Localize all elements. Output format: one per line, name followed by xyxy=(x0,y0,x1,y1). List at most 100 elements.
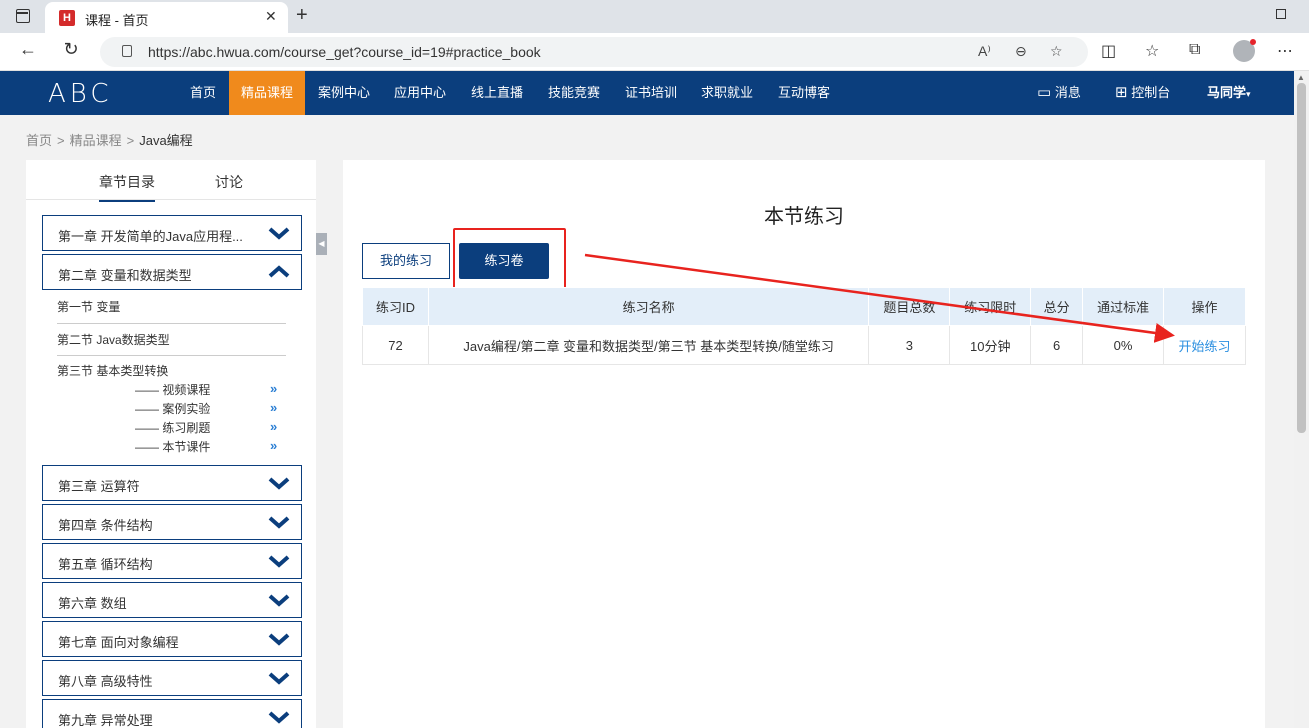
breadcrumb-current: Java编程 xyxy=(139,133,193,148)
column-header: 题目总数 xyxy=(868,287,951,326)
user-menu[interactable]: 马同学▾ xyxy=(1207,71,1251,115)
caret-down-icon: ▾ xyxy=(1246,89,1251,99)
zoom-icon[interactable]: ⊖ xyxy=(1015,43,1027,60)
back-icon[interactable]: ← xyxy=(15,39,41,60)
chapter-label: 第八章 高级特性 xyxy=(58,674,153,689)
collections-icon[interactable]: ⧉ xyxy=(1189,41,1200,59)
cell-pass: 0% xyxy=(1082,325,1165,365)
my-practice-button[interactable]: 我的练习 xyxy=(362,243,450,279)
message-icon: ▭ xyxy=(1037,84,1052,101)
cell-name: Java编程/第二章 变量和数据类型/第三节 基本类型转换/随堂练习 xyxy=(427,325,870,365)
tab-chapters[interactable]: 章节目录 xyxy=(99,172,155,202)
double-chevron-right-icon[interactable]: » xyxy=(270,400,277,415)
sub-item-video[interactable]: —— 视频课程 xyxy=(135,381,210,398)
url-text[interactable]: https://abc.hwua.com/course_get?course_i… xyxy=(148,44,541,60)
chapter-item[interactable]: 第五章 循环结构 xyxy=(42,543,302,579)
nav-apps[interactable]: 应用中心 xyxy=(384,71,456,115)
nav-home[interactable]: 首页 xyxy=(180,71,226,115)
more-icon[interactable]: ⋯ xyxy=(1277,41,1293,61)
tab-actions-icon[interactable] xyxy=(16,9,30,23)
breadcrumb-courses[interactable]: 精品课程 xyxy=(70,133,122,148)
nav-certificates[interactable]: 证书培训 xyxy=(615,71,687,115)
table-header-row: 练习ID 练习名称 题目总数 练习限时 总分 通过标准 操作 xyxy=(362,287,1246,326)
collapse-sidebar-handle[interactable]: ◀ xyxy=(316,233,327,255)
chevron-down-icon[interactable] xyxy=(267,629,291,649)
annotation-highlight-box xyxy=(453,228,566,291)
cell-score: 6 xyxy=(1030,325,1084,365)
console-link[interactable]: ⊞ 控制台 xyxy=(1115,71,1170,115)
cell-id: 72 xyxy=(362,325,429,365)
chevron-down-icon[interactable] xyxy=(267,551,291,571)
messages-link[interactable]: ▭ 消息 xyxy=(1037,71,1081,115)
scroll-up-icon[interactable]: ▲ xyxy=(1297,73,1305,82)
page-scrollbar[interactable]: ▲ xyxy=(1294,71,1309,728)
url-field[interactable]: https://abc.hwua.com/course_get?course_i… xyxy=(100,37,1088,67)
cell-count: 3 xyxy=(868,325,951,365)
grid-icon: ⊞ xyxy=(1115,84,1128,101)
new-tab-icon[interactable]: + xyxy=(296,4,308,27)
chevron-up-icon[interactable] xyxy=(267,262,291,282)
notification-dot xyxy=(1250,39,1256,45)
nav-contest[interactable]: 技能竞赛 xyxy=(538,71,610,115)
chapter-item[interactable]: 第六章 数组 xyxy=(42,582,302,618)
site-header: ABC 首页 精品课程 案例中心 应用中心 线上直播 技能竞赛 证书培训 求职就… xyxy=(0,71,1294,115)
breadcrumb-home[interactable]: 首页 xyxy=(26,133,52,148)
messages-label: 消息 xyxy=(1054,85,1081,100)
column-header: 总分 xyxy=(1030,287,1084,326)
sub-item-slides[interactable]: —— 本节课件 xyxy=(135,438,210,455)
read-aloud-icon[interactable]: A⁾ xyxy=(978,43,991,60)
chapter-item[interactable]: 第九章 异常处理 xyxy=(42,699,302,728)
chevron-down-icon[interactable] xyxy=(267,473,291,493)
chevron-down-icon[interactable] xyxy=(267,590,291,610)
site-logo[interactable]: ABC xyxy=(48,79,113,109)
double-chevron-right-icon[interactable]: » xyxy=(270,419,277,434)
breadcrumb-separator: > xyxy=(57,133,65,148)
nav-cases[interactable]: 案例中心 xyxy=(308,71,380,115)
start-practice-link[interactable]: 开始练习 xyxy=(1163,325,1246,365)
favorite-add-icon[interactable]: ☆ xyxy=(1050,43,1063,60)
chevron-down-icon[interactable] xyxy=(267,668,291,688)
refresh-icon[interactable]: ↻ xyxy=(58,39,84,60)
nav-courses[interactable]: 精品课程 xyxy=(229,71,305,115)
section-item[interactable]: 第二节 Java数据类型 xyxy=(57,331,170,348)
double-chevron-right-icon[interactable]: » xyxy=(270,381,277,396)
section-item-active[interactable]: 第三节 基本类型转换 xyxy=(57,362,168,379)
chevron-down-icon[interactable] xyxy=(267,707,291,727)
sidebar-tabs: 章节目录 讨论 xyxy=(26,160,316,202)
practice-table: 练习ID 练习名称 题目总数 练习限时 总分 通过标准 操作 72 Java编程… xyxy=(362,287,1246,365)
chapter-label: 第一章 开发简单的Java应用程... xyxy=(58,229,243,244)
chevron-down-icon[interactable] xyxy=(267,512,291,532)
favorites-icon[interactable]: ☆ xyxy=(1145,41,1159,61)
chapter-item[interactable]: 第七章 面向对象编程 xyxy=(42,621,302,657)
cell-limit: 10分钟 xyxy=(949,325,1032,365)
nav-blog[interactable]: 互动博客 xyxy=(768,71,840,115)
chapter-label: 第二章 变量和数据类型 xyxy=(58,268,192,283)
restore-window-icon[interactable] xyxy=(1276,9,1286,19)
chapter-item[interactable]: 第三章 运算符 xyxy=(42,465,302,501)
double-chevron-right-icon[interactable]: » xyxy=(270,438,277,453)
chapter-item[interactable]: 第四章 条件结构 xyxy=(42,504,302,540)
sub-item-practice[interactable]: —— 练习刷题 xyxy=(135,419,210,436)
column-header: 练习限时 xyxy=(949,287,1032,326)
column-header: 练习名称 xyxy=(427,287,870,326)
chapter-item[interactable]: 第一章 开发简单的Java应用程... xyxy=(42,215,302,251)
chevron-down-icon[interactable] xyxy=(267,223,291,243)
close-tab-icon[interactable]: ✕ xyxy=(265,8,277,25)
chapter-item-expanded[interactable]: 第二章 变量和数据类型 xyxy=(42,254,302,290)
browser-tab[interactable]: H 课程 - 首页 ✕ xyxy=(45,2,288,33)
chapter-label: 第七章 面向对象编程 xyxy=(58,635,179,650)
browser-tab-bar: H 课程 - 首页 ✕ + xyxy=(0,0,1309,33)
lock-icon[interactable] xyxy=(122,45,132,57)
chapter-label: 第九章 异常处理 xyxy=(58,713,153,728)
split-screen-icon[interactable]: ◫ xyxy=(1101,41,1116,61)
chapter-item[interactable]: 第八章 高级特性 xyxy=(42,660,302,696)
divider xyxy=(57,355,286,356)
scroll-thumb[interactable] xyxy=(1297,83,1306,433)
column-header: 通过标准 xyxy=(1082,287,1165,326)
nav-live[interactable]: 线上直播 xyxy=(461,71,533,115)
tab-discussion[interactable]: 讨论 xyxy=(215,172,243,192)
section-item[interactable]: 第一节 变量 xyxy=(57,298,120,315)
sub-item-lab[interactable]: —— 案例实验 xyxy=(135,400,210,417)
console-label: 控制台 xyxy=(1131,85,1171,100)
nav-jobs[interactable]: 求职就业 xyxy=(691,71,763,115)
